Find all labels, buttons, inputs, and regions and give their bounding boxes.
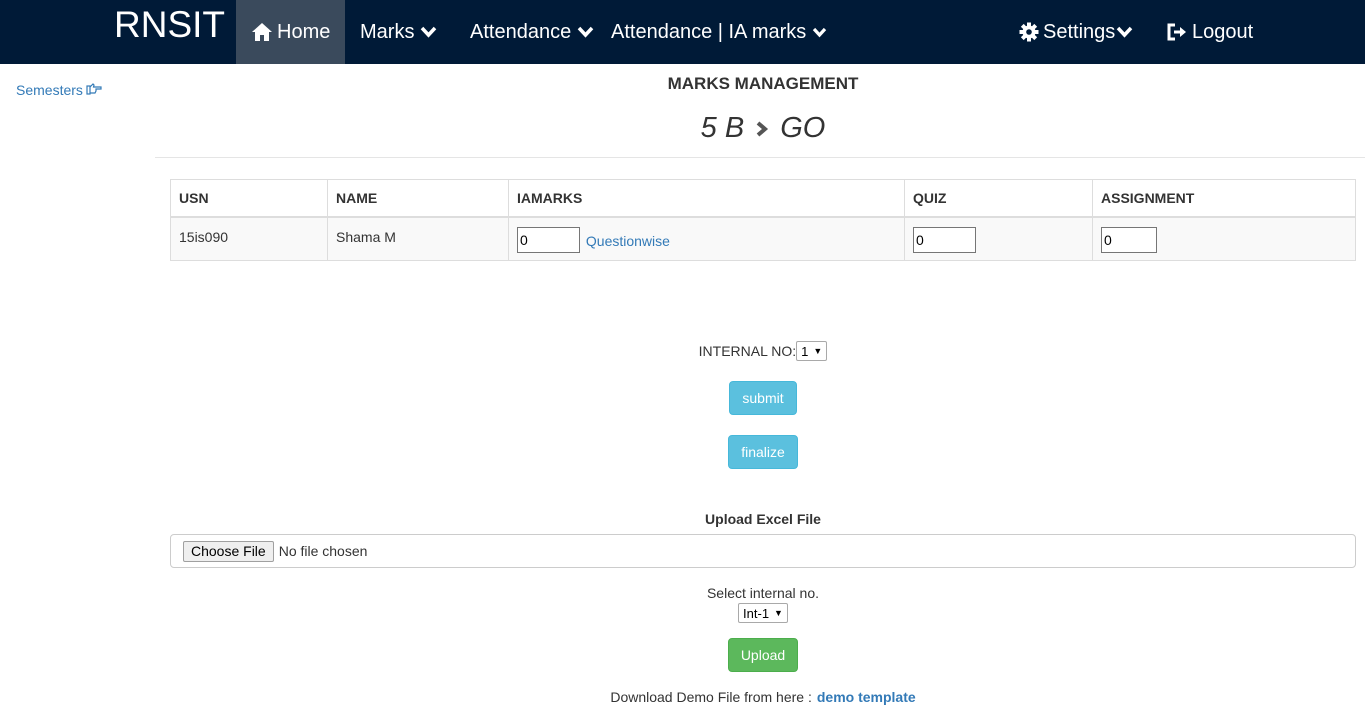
home-icon	[251, 22, 273, 42]
brand-logo[interactable]: RNSIT	[114, 3, 225, 47]
column-header-assignment: ASSIGNMENT	[1092, 179, 1356, 218]
nav-logout-label: Logout	[1192, 20, 1254, 43]
column-header-usn: USN	[170, 179, 328, 218]
gear-icon	[1019, 22, 1039, 42]
select-internal-row: Int-1 ▼	[170, 603, 1356, 623]
top-navbar: RNSIT Home Marks Attendance Attendance |…	[0, 0, 1365, 64]
logout-icon	[1166, 22, 1188, 42]
internal-no-select[interactable]: 1 ▼	[796, 341, 828, 361]
dropdown-arrow-icon: ▼	[813, 346, 823, 356]
table-header-row: USN NAME IAMARKS QUIZ ASSIGNMENT	[170, 179, 1356, 218]
upload-row: Upload	[170, 638, 1356, 672]
internal-no-label: INTERNAL NO:	[698, 343, 797, 359]
upload-button[interactable]: Upload	[728, 638, 798, 672]
demo-template-link[interactable]: demo template	[817, 689, 916, 705]
column-header-iamarks: IAMARKS	[508, 179, 905, 218]
nav-logout[interactable]: Logout	[1166, 0, 1253, 64]
finalize-button[interactable]: finalize	[728, 435, 798, 469]
quiz-cell	[904, 216, 1093, 261]
breadcrumb: 5 B GO	[155, 112, 1365, 145]
semesters-link[interactable]: Semesters	[16, 82, 102, 98]
no-file-label: No file chosen	[278, 543, 368, 559]
questionwise-link[interactable]: Questionwise	[586, 233, 670, 249]
nav-settings[interactable]: Settings	[1019, 0, 1133, 64]
divider	[155, 157, 1365, 158]
demo-text: Download Demo File from here :	[610, 689, 812, 705]
breadcrumb-class[interactable]: 5 B	[701, 112, 745, 145]
submit-row: submit	[170, 381, 1356, 415]
choose-file-button[interactable]: Choose File	[183, 540, 274, 562]
file-input[interactable]: Choose File No file chosen	[170, 534, 1356, 568]
nav-marks-label: Marks	[360, 20, 415, 43]
upload-title: Upload Excel File	[705, 511, 821, 527]
chevron-right-icon	[755, 120, 769, 138]
chevron-down-icon	[577, 26, 594, 38]
select-internal-label: Select internal no.	[706, 585, 820, 601]
column-header-quiz: QUIZ	[904, 179, 1093, 218]
usn-cell: 15is090	[170, 216, 328, 261]
assignment-input[interactable]	[1101, 227, 1157, 254]
marks-table: USN NAME IAMARKS QUIZ ASSIGNMENT 15is090…	[170, 179, 1356, 261]
assignment-cell	[1092, 216, 1356, 261]
nav-attendance-label: Attendance	[470, 20, 572, 43]
breadcrumb-go[interactable]: GO	[780, 112, 825, 145]
semesters-label: Semesters	[16, 82, 83, 98]
table-row: 15is090 Shama M Questionwise	[170, 216, 1356, 261]
iamarks-cell: Questionwise	[508, 216, 905, 261]
nav-attendance[interactable]: Attendance	[470, 0, 594, 64]
dropdown-arrow-icon: ▼	[774, 608, 783, 618]
internal-no-value: 1	[801, 343, 809, 359]
name-cell: Shama M	[327, 216, 509, 261]
column-header-name: NAME	[327, 179, 509, 218]
demo-row: Download Demo File from here : demo temp…	[170, 688, 1356, 706]
chevron-down-icon	[1116, 26, 1133, 38]
nav-settings-label: Settings	[1043, 20, 1116, 43]
nav-home-label: Home	[277, 20, 331, 43]
select-internal-dropdown[interactable]: Int-1 ▼	[738, 603, 788, 623]
chevron-down-icon	[420, 26, 437, 38]
nav-home[interactable]: Home	[236, 0, 345, 64]
nav-attendance-ia-marks[interactable]: Attendance | IA marks	[611, 0, 827, 64]
page-title: MARKS MANAGEMENT	[667, 74, 859, 93]
internal-no-row: INTERNAL NO: 1 ▼	[170, 341, 1356, 361]
finalize-row: finalize	[170, 435, 1356, 469]
select-internal-value: Int-1	[743, 605, 770, 621]
nav-marks[interactable]: Marks	[360, 0, 437, 64]
chevron-down-icon	[812, 27, 827, 38]
submit-button[interactable]: submit	[729, 381, 797, 415]
hand-point-right-icon	[83, 82, 102, 98]
nav-attendance-ia-label: Attendance | IA marks	[611, 20, 807, 43]
iamarks-input[interactable]	[517, 227, 580, 254]
quiz-input[interactable]	[913, 227, 976, 254]
